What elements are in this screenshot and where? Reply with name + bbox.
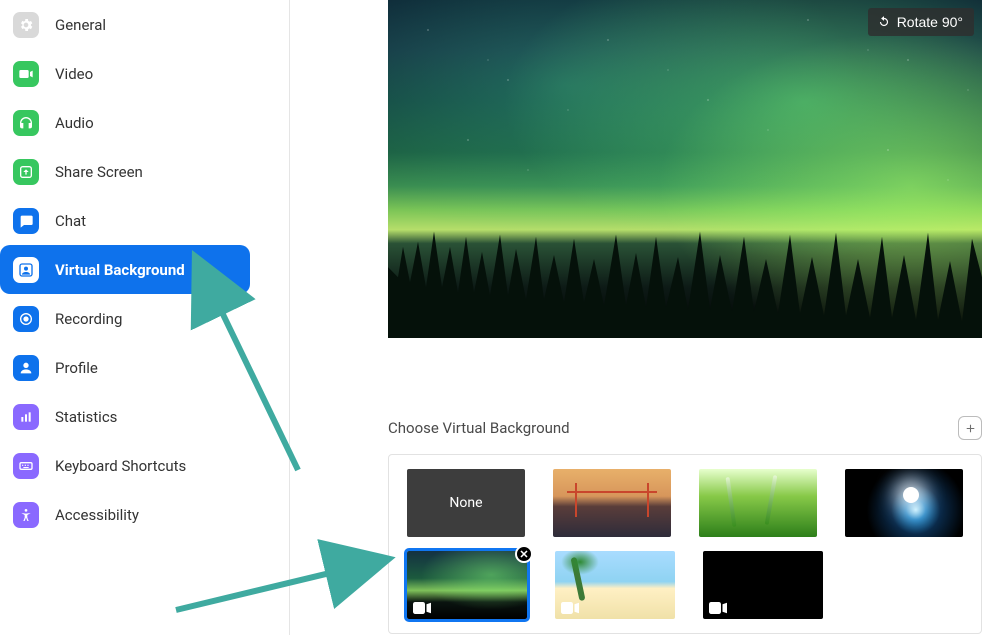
rotate-icon [877, 15, 891, 29]
backgrounds-header-text: Choose Virtual Background [388, 419, 570, 437]
remove-background-button[interactable]: ✕ [515, 545, 533, 563]
backgrounds-header: Choose Virtual Background [388, 416, 982, 440]
rotate-button[interactable]: Rotate 90° [868, 8, 974, 36]
record-icon [13, 306, 39, 332]
sidebar-item-label: Share Screen [55, 163, 143, 181]
sidebar-item-label: Accessibility [55, 506, 139, 524]
share-screen-icon [13, 159, 39, 185]
plus-icon [964, 422, 977, 435]
rotate-label: Rotate 90° [897, 14, 963, 30]
video-icon [13, 61, 39, 87]
sidebar-item-label: Virtual Background [55, 261, 185, 279]
backgrounds-grid: None ✕ [388, 454, 982, 634]
video-badge-icon [561, 602, 579, 614]
sidebar-item-chat[interactable]: Chat [0, 196, 250, 245]
background-option-black[interactable] [703, 551, 823, 619]
chat-icon [13, 208, 39, 234]
sidebar-item-label: Profile [55, 359, 98, 377]
background-option-bridge[interactable] [553, 469, 671, 537]
sidebar-item-label: Keyboard Shortcuts [55, 457, 186, 475]
settings-sidebar: General Video Audio Share Screen Chat Vi… [0, 0, 290, 635]
background-option-earth[interactable] [845, 469, 963, 537]
statistics-icon [13, 404, 39, 430]
none-label: None [449, 495, 482, 511]
accessibility-icon [13, 502, 39, 528]
sidebar-item-statistics[interactable]: Statistics [0, 392, 250, 441]
sidebar-item-profile[interactable]: Profile [0, 343, 250, 392]
background-option-aurora[interactable]: ✕ [407, 551, 527, 619]
background-option-none[interactable]: None [407, 469, 525, 537]
video-badge-icon [413, 602, 431, 614]
sidebar-item-accessibility[interactable]: Accessibility [0, 490, 250, 539]
sidebar-item-share-screen[interactable]: Share Screen [0, 147, 250, 196]
background-option-grass[interactable] [699, 469, 817, 537]
sidebar-item-general[interactable]: General [0, 0, 250, 49]
virtual-background-icon [13, 257, 39, 283]
sidebar-item-virtual-background[interactable]: Virtual Background [0, 245, 250, 294]
sidebar-item-label: Recording [55, 310, 122, 328]
sidebar-item-label: General [55, 16, 106, 34]
main-panel: Rotate 90° Choose Virtual Background Non… [290, 0, 991, 635]
sidebar-item-label: Audio [55, 114, 94, 132]
sidebar-item-audio[interactable]: Audio [0, 98, 250, 147]
sidebar-item-label: Statistics [55, 408, 117, 426]
sidebar-item-label: Video [55, 65, 93, 83]
sidebar-item-keyboard-shortcuts[interactable]: Keyboard Shortcuts [0, 441, 250, 490]
sidebar-item-recording[interactable]: Recording [0, 294, 250, 343]
keyboard-icon [13, 453, 39, 479]
video-badge-icon [709, 602, 727, 614]
sidebar-item-label: Chat [55, 212, 86, 230]
sidebar-item-video[interactable]: Video [0, 49, 250, 98]
headphones-icon [13, 110, 39, 136]
background-preview: Rotate 90° [388, 0, 982, 338]
add-background-button[interactable] [958, 416, 982, 440]
gear-icon [13, 12, 39, 38]
background-option-beach[interactable] [555, 551, 675, 619]
profile-icon [13, 355, 39, 381]
